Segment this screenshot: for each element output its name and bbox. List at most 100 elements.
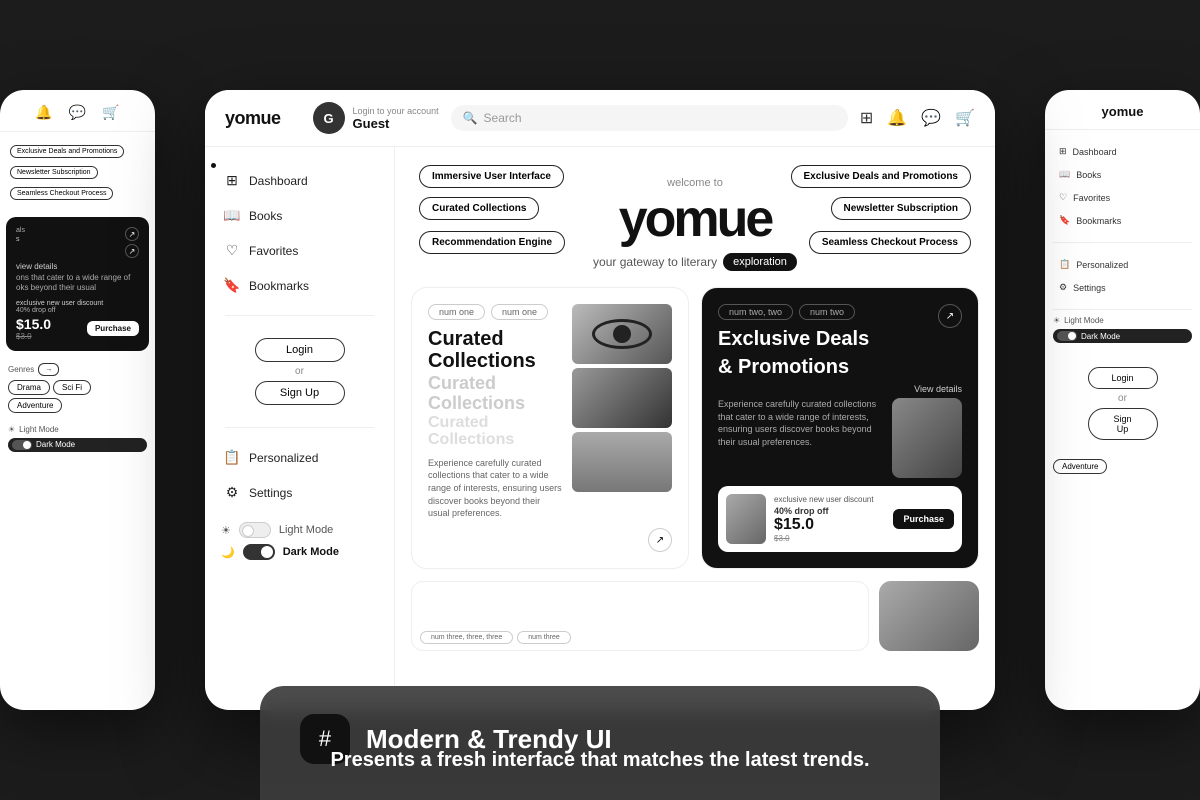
sidebar-label-favorites: Favorites (249, 244, 298, 258)
badge-newsletter-sub: Newsletter Subscription (831, 197, 971, 220)
phone-purchase-button[interactable]: Purchase (87, 321, 139, 336)
phone-right-adventure: Adventure (1053, 459, 1107, 474)
phone-nav-personalized-label: Personalized (1076, 260, 1128, 270)
bell-icon[interactable]: 🔔 (887, 108, 907, 128)
hero-section: Immersive User Interface Exclusive Deals… (395, 147, 995, 287)
phone-right-or: or (1118, 393, 1127, 404)
cart-icon[interactable]: 🛒 (955, 108, 975, 128)
hero-highlight: exploration (723, 253, 797, 271)
phone-dark-label: Dark Mode (36, 440, 75, 449)
badge-recommendation-engine: Recommendation Engine (419, 231, 565, 254)
product-price: $15.0 (774, 516, 885, 534)
eye-image-3 (572, 432, 672, 492)
header-icons: ⊞ 🔔 💬 🛒 (860, 108, 975, 128)
card1-layout: num one num one Curated Collections Cura… (428, 304, 672, 528)
phone-genres-label: Genres (8, 365, 34, 374)
phone-dark-mode[interactable]: Dark Mode (8, 438, 147, 452)
phone-nav-favorites[interactable]: ♡ Favorites (1055, 186, 1190, 209)
sidebar-divider-2 (225, 427, 374, 428)
phone-arrow-icon-2[interactable]: ↗ (125, 244, 139, 258)
phone-nav-personalized[interactable]: 📋 Personalized (1055, 253, 1190, 276)
phone-right-nav: ⊞ Dashboard 📖 Books ♡ Favorites 🔖 Bookma… (1045, 130, 1200, 242)
phone-mode-section: ☀ Light Mode Dark Mode (0, 419, 155, 458)
badge-exclusive-deals: Exclusive Deals and Promotions (791, 165, 972, 188)
phone-light-mode[interactable]: ☀ Light Mode (8, 425, 147, 434)
user-info: G Login to your account Guest (313, 102, 439, 134)
phone-nav-personalized-icon: 📋 (1059, 259, 1070, 270)
card1-desc: Experience carefully curated collections… (428, 457, 562, 520)
favorites-icon: ♡ (223, 242, 241, 259)
card2-title-main: Exclusive Deals (718, 328, 932, 350)
card1-tag-1: num one (428, 304, 485, 320)
purchase-button[interactable]: Purchase (893, 509, 954, 529)
sidebar-label-settings: Settings (249, 486, 292, 500)
overlay-subtitle: Presents a fresh interface that matches … (300, 749, 900, 772)
phone-right-sun-icon: ☀ (1053, 316, 1060, 325)
phone-nav-bookmarks[interactable]: 🔖 Bookmarks (1055, 209, 1190, 232)
login-button[interactable]: Login (255, 338, 345, 362)
sidebar-item-favorites[interactable]: ♡ Favorites (205, 233, 394, 268)
card1-arrow[interactable]: ↗ (648, 528, 672, 552)
phone-badge-exclusive: Exclusive Deals and Promotions (10, 145, 124, 158)
phone-view-details: view details (16, 262, 139, 271)
phone-right-dark-label: Dark Mode (1081, 332, 1120, 341)
desktop-logo: yomue (225, 108, 281, 129)
phone-genres-arrow[interactable]: → (38, 363, 59, 376)
phone-right-light-label: Light Mode (1064, 316, 1104, 325)
phone-right-login-btn[interactable]: Login (1088, 367, 1158, 389)
mode-section: ☀ Light Mode 🌙 Dark Mode (205, 510, 394, 572)
phone-cart-icon: 🛒 (102, 104, 119, 121)
filter-icon[interactable]: ⊞ (860, 108, 873, 128)
sidebar-item-settings[interactable]: ⚙ Settings (205, 475, 394, 510)
sidebar-item-books[interactable]: 📖 Books (205, 198, 394, 233)
old-price: $3.0 (774, 534, 885, 543)
phone-right-light-mode[interactable]: ☀ Light Mode (1053, 316, 1192, 325)
phone-nav-settings[interactable]: ⚙ Settings (1055, 276, 1190, 299)
books-icon: 📖 (223, 207, 241, 224)
card2-tag-1: num two, two (718, 304, 793, 320)
phone-nav-dashboard[interactable]: ⊞ Dashboard (1055, 140, 1190, 163)
login-label: Login to your account (353, 106, 439, 116)
hero-subtitle: your gateway to literary exploration (419, 253, 971, 271)
dark-mode-toggle[interactable]: 🌙 Dark Mode (221, 544, 378, 560)
phone-arrow-icon-1[interactable]: ↗ (125, 227, 139, 241)
phone-old-price: $3.0 (16, 332, 51, 341)
search-bar[interactable]: 🔍 Search (451, 105, 848, 131)
sidebar-item-personalized[interactable]: 📋 Personalized (205, 440, 394, 475)
badge-immersive-ui: Immersive User Interface (419, 165, 564, 188)
eye-image-2 (572, 368, 672, 428)
bookmarks-icon: 🔖 (223, 277, 241, 294)
sidebar-item-bookmarks[interactable]: 🔖 Bookmarks (205, 268, 394, 303)
card2-arrow[interactable]: ↗ (938, 304, 962, 328)
percent-off: 40% drop off (774, 506, 885, 516)
mini-tag-2: num three (517, 631, 571, 644)
view-details[interactable]: View details (718, 384, 962, 394)
exclusive-deals-card: ↗ num two, two num two Exclusive Deals &… (701, 287, 979, 569)
mini-tag-1: num three, three, three (420, 631, 513, 644)
desktop-header: yomue G Login to your account Guest 🔍 Se… (205, 90, 995, 147)
phone-nav-bookmarks-label: Bookmarks (1076, 216, 1121, 226)
signup-button[interactable]: Sign Up (255, 381, 345, 405)
phone-right-signup-btn[interactable]: Sign Up (1088, 408, 1158, 440)
second-card-row: num three, three, three num three (395, 581, 995, 651)
chat-icon[interactable]: 💬 (921, 108, 941, 128)
phone-nav-favorites-icon: ♡ (1059, 192, 1067, 203)
search-icon: 🔍 (463, 111, 478, 125)
desktop-body: ⊞ Dashboard 📖 Books ♡ Favorites 🔖 Bookma… (205, 147, 995, 710)
card2-tags: num two, two num two (718, 304, 932, 320)
hero-gateway-text: your gateway to literary (593, 255, 717, 269)
light-mode-toggle[interactable]: ☀ Light Mode (221, 522, 378, 538)
mini-card-1: num three, three, three num three (411, 581, 869, 651)
phone-nav-settings-label: Settings (1073, 283, 1106, 293)
discount-label: exclusive new user discount (774, 495, 885, 504)
main-content: Immersive User Interface Exclusive Deals… (395, 147, 995, 710)
avatar: G (313, 102, 345, 134)
phone-right-logo: yomue (1102, 104, 1144, 119)
phone-right: yomue ⊞ Dashboard 📖 Books ♡ Favorites 🔖 … (1045, 90, 1200, 710)
sidebar-item-dashboard[interactable]: ⊞ Dashboard (205, 163, 394, 198)
phone-nav-books-label: Books (1076, 170, 1101, 180)
phone-right-dark-mode[interactable]: Dark Mode (1053, 329, 1192, 343)
phone-genre-scifi: Sci Fi (53, 380, 91, 395)
phone-nav-books[interactable]: 📖 Books (1055, 163, 1190, 186)
phone-right-nav-bottom: 📋 Personalized ⚙ Settings (1045, 243, 1200, 309)
